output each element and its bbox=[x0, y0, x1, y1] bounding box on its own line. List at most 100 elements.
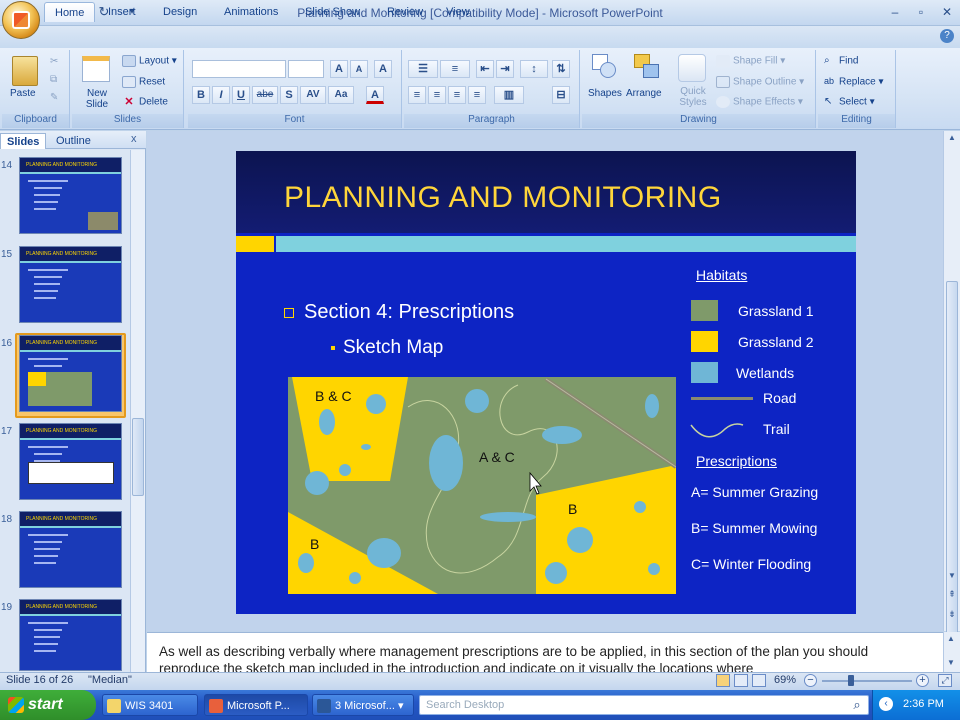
fit-to-window-icon[interactable]: ⤢ bbox=[938, 674, 952, 687]
slide-thumbnail[interactable]: PLANNING AND MONITORING bbox=[19, 511, 122, 588]
paste-button[interactable]: Paste bbox=[10, 88, 36, 99]
tab-slides[interactable]: Slides bbox=[0, 133, 47, 149]
decrease-indent-button[interactable]: ⇤ bbox=[476, 60, 494, 78]
slide-title[interactable]: PLANNING AND MONITORING bbox=[284, 181, 722, 215]
legend-grassland2[interactable]: Grassland 2 bbox=[738, 334, 813, 350]
line-spacing-button[interactable]: ↕ bbox=[520, 60, 548, 78]
shapes-button[interactable]: Shapes bbox=[588, 88, 622, 99]
minimize-button[interactable]: – bbox=[884, 4, 906, 20]
notes-scroll-up-icon[interactable]: ▲ bbox=[947, 634, 955, 643]
select-button[interactable]: ↖ Select ▾ bbox=[824, 96, 875, 108]
slide-thumbnail[interactable]: PLANNING AND MONITORING bbox=[19, 157, 122, 234]
search-desktop-field[interactable]: Search Desktop bbox=[419, 695, 869, 715]
strikethrough-button[interactable]: abe bbox=[252, 86, 278, 104]
grow-font-button[interactable]: A bbox=[330, 60, 348, 78]
font-color-button[interactable]: A bbox=[366, 86, 384, 104]
slide-sorter-icon[interactable] bbox=[734, 674, 748, 687]
slide-thumbnail[interactable]: PLANNING AND MONITORING bbox=[19, 246, 122, 323]
normal-view-icon[interactable] bbox=[716, 674, 730, 687]
slide-show-view-icon[interactable] bbox=[752, 674, 766, 687]
align-center-button[interactable]: ≡ bbox=[428, 86, 446, 104]
legend-habitats-heading[interactable]: Habitats bbox=[696, 267, 747, 283]
legend-trail[interactable]: Trail bbox=[763, 421, 790, 437]
canvas-scrollbar[interactable]: ▲ ▼ ⇞ ⇟ bbox=[943, 131, 960, 701]
justify-button[interactable]: ≡ bbox=[468, 86, 486, 104]
shadow-button[interactable]: S bbox=[280, 86, 298, 104]
legend-wetlands[interactable]: Wetlands bbox=[736, 365, 794, 381]
legend-grassland1[interactable]: Grassland 1 bbox=[738, 303, 813, 319]
tab-insert[interactable]: Insert bbox=[98, 2, 146, 22]
shapes-icon[interactable] bbox=[592, 54, 618, 80]
change-case-button[interactable]: Aa bbox=[328, 86, 354, 104]
shape-fill-button[interactable]: Shape Fill ▾ bbox=[716, 55, 785, 67]
align-left-button[interactable]: ≡ bbox=[408, 86, 426, 104]
zoom-out-button[interactable]: − bbox=[804, 674, 817, 687]
zoom-in-button[interactable]: + bbox=[916, 674, 929, 687]
shrink-font-button[interactable]: A bbox=[350, 60, 368, 78]
zoom-level[interactable]: 69% bbox=[774, 674, 796, 686]
notes-text[interactable]: As well as describing verbally where man… bbox=[159, 643, 919, 672]
pane-scroll-thumb[interactable] bbox=[132, 418, 144, 496]
notes-scroll-down-icon[interactable]: ▼ bbox=[947, 658, 955, 667]
align-text-button[interactable]: ⊟ bbox=[552, 86, 570, 104]
search-icon[interactable]: ⌕ bbox=[849, 697, 865, 713]
clock[interactable]: 2:36 PM bbox=[903, 698, 944, 710]
tab-outline[interactable]: Outline bbox=[50, 133, 97, 149]
cut-icon[interactable]: ✂ bbox=[50, 56, 58, 67]
notes-pane[interactable]: As well as describing verbally where man… bbox=[147, 632, 943, 672]
italic-button[interactable]: I bbox=[212, 86, 230, 104]
find-button[interactable]: ⌕ Find bbox=[824, 55, 858, 67]
help-icon[interactable]: ? bbox=[940, 29, 954, 43]
scroll-up-icon[interactable]: ▲ bbox=[946, 133, 958, 145]
sketch-map[interactable]: B & C A & C B B bbox=[288, 377, 676, 594]
copy-icon[interactable]: ⧉ bbox=[50, 74, 57, 85]
taskbar-item-wis3401[interactable]: WIS 3401 bbox=[102, 694, 198, 716]
pane-close-icon[interactable]: x bbox=[131, 133, 137, 145]
previous-slide-icon[interactable]: ⇞ bbox=[946, 589, 958, 603]
start-button[interactable]: start bbox=[0, 690, 96, 720]
tab-view[interactable]: View bbox=[436, 2, 480, 22]
reset-button[interactable]: Reset bbox=[122, 76, 165, 88]
slide-thumbnail[interactable]: PLANNING AND MONITORING bbox=[19, 423, 122, 500]
bullets-button[interactable]: ☰ bbox=[408, 60, 438, 78]
theme-name[interactable]: "Median" bbox=[88, 674, 132, 686]
notes-scrollbar[interactable]: ▲ ▼ bbox=[943, 632, 960, 672]
quick-styles-icon[interactable] bbox=[678, 54, 706, 82]
replace-button[interactable]: ab Replace ▾ bbox=[824, 76, 884, 88]
numbering-button[interactable]: ≡ bbox=[440, 60, 470, 78]
font-size-field[interactable] bbox=[288, 60, 324, 78]
tab-home[interactable]: Home bbox=[44, 2, 96, 22]
legend-road[interactable]: Road bbox=[763, 390, 796, 406]
tab-review[interactable]: Review bbox=[377, 2, 433, 22]
prescription-a[interactable]: A= Summer Grazing bbox=[691, 484, 818, 500]
zoom-slider-thumb[interactable] bbox=[848, 675, 854, 686]
clear-format-button[interactable]: A bbox=[374, 60, 392, 78]
bullet-level-1[interactable]: Section 4: Prescriptions bbox=[284, 301, 514, 324]
close-button[interactable]: ✕ bbox=[936, 4, 958, 20]
tab-design[interactable]: Design bbox=[153, 2, 207, 22]
tab-slide-show[interactable]: Slide Show bbox=[295, 2, 370, 22]
taskbar-item-powerpoint[interactable]: Microsoft P... bbox=[204, 694, 308, 716]
tab-animations[interactable]: Animations bbox=[214, 2, 288, 22]
next-slide-icon[interactable]: ⇟ bbox=[946, 609, 958, 623]
align-right-button[interactable]: ≡ bbox=[448, 86, 466, 104]
office-button[interactable] bbox=[2, 1, 40, 39]
pane-scrollbar[interactable] bbox=[130, 150, 145, 672]
text-direction-button[interactable]: ⇅ bbox=[552, 60, 570, 78]
slide-thumbnail[interactable]: PLANNING AND MONITORING bbox=[19, 599, 122, 671]
prescription-b[interactable]: B= Summer Mowing bbox=[691, 520, 817, 536]
char-spacing-button[interactable]: AV bbox=[300, 86, 326, 104]
shape-outline-button[interactable]: Shape Outline ▾ bbox=[716, 76, 804, 88]
taskbar-item-microsoft-group[interactable]: 3 Microsof... ▾ bbox=[312, 694, 414, 716]
restore-button[interactable]: ▫ bbox=[910, 4, 932, 20]
underline-button[interactable]: U bbox=[232, 86, 250, 104]
arrange-button[interactable]: Arrange bbox=[626, 88, 662, 99]
delete-button[interactable]: ✕ Delete bbox=[122, 96, 168, 108]
new-slide-icon[interactable] bbox=[82, 56, 110, 82]
font-name-field[interactable] bbox=[192, 60, 286, 78]
new-slide-button[interactable]: New Slide bbox=[80, 88, 114, 110]
quick-styles-button[interactable]: Quick Styles bbox=[672, 86, 714, 108]
format-painter-icon[interactable]: ✎ bbox=[50, 92, 58, 103]
paste-icon[interactable] bbox=[12, 56, 38, 86]
tray-expand-icon[interactable]: ‹ bbox=[879, 697, 893, 711]
